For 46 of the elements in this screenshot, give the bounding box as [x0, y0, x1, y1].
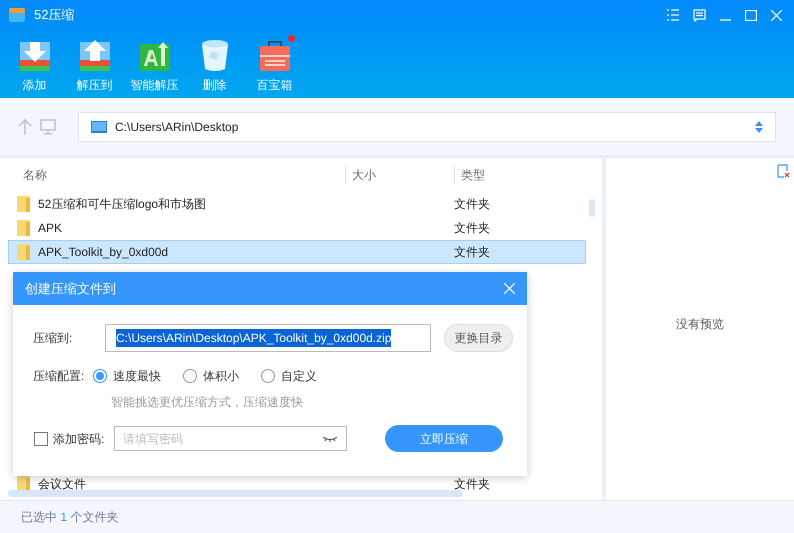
window-title: 52压缩	[34, 6, 74, 24]
file-row[interactable]: 52压缩和可牛压缩logo和市场图 文件夹	[8, 192, 586, 216]
status-text: 已选中 1 个文件夹	[21, 509, 118, 526]
file-name: 52压缩和可牛压缩logo和市场图	[38, 196, 208, 213]
file-type: 文件夹	[454, 244, 490, 261]
address-field[interactable]: C:\Users\ARin\Desktop	[78, 112, 776, 142]
preview-text: 没有预览	[676, 316, 724, 333]
column-header[interactable]: 类型	[454, 166, 485, 184]
compress-now-button[interactable]: 立即压缩	[385, 425, 503, 452]
close-icon[interactable]	[504, 283, 515, 294]
sort-arrows-icon[interactable]	[755, 120, 763, 132]
path-field[interactable]: C:\Users\ARin\Desktop\APK_Toolkit_by_0xd00d.zip	[105, 324, 431, 352]
file-name: APK	[38, 220, 64, 237]
folder-icon	[17, 196, 30, 212]
scrollbar[interactable]	[589, 199, 595, 217]
field-label: 压缩到:	[33, 330, 74, 347]
file-type: 文件夹	[454, 196, 490, 213]
checkbox[interactable]	[34, 432, 48, 446]
desktop-icon	[91, 120, 107, 132]
scrollbar[interactable]	[8, 490, 463, 497]
radio-option[interactable]: 速度最快	[93, 367, 161, 385]
maximize-icon[interactable]	[745, 10, 757, 20]
file-name: 会议文件	[38, 476, 87, 493]
radio-option[interactable]: 自定义	[261, 367, 317, 385]
close-preview-icon[interactable]	[777, 164, 790, 178]
app-logo-icon	[8, 6, 26, 24]
eye-closed-icon[interactable]	[323, 436, 337, 442]
folder-icon	[17, 220, 30, 236]
change-directory-button[interactable]: 更换目录	[444, 324, 513, 352]
file-row[interactable]: APK 文件夹	[8, 216, 586, 240]
dialog-title: 创建压缩文件到	[25, 280, 116, 298]
folder-icon	[17, 244, 30, 260]
close-icon[interactable]	[771, 10, 782, 20]
file-type: 文件夹	[454, 476, 490, 493]
column-header[interactable]: 名称	[0, 166, 345, 184]
field-label: 压缩配置:	[33, 368, 86, 385]
field-label: 添加密码:	[53, 430, 106, 448]
file-row[interactable]: APK_Toolkit_by_0xd00d 文件夹	[8, 240, 586, 264]
file-type: 文件夹	[454, 220, 490, 237]
hint-text: 智能挑选更优压缩方式，压缩速度快	[111, 394, 304, 411]
chat-icon[interactable]	[693, 8, 706, 22]
password-field[interactable]: 请填写密码	[114, 426, 347, 451]
menu-icon[interactable]	[667, 9, 679, 21]
radio-option[interactable]: 体积小	[183, 367, 239, 385]
file-name: APK_Toolkit_by_0xd00d	[38, 244, 170, 261]
column-header[interactable]: 大小	[345, 166, 454, 184]
